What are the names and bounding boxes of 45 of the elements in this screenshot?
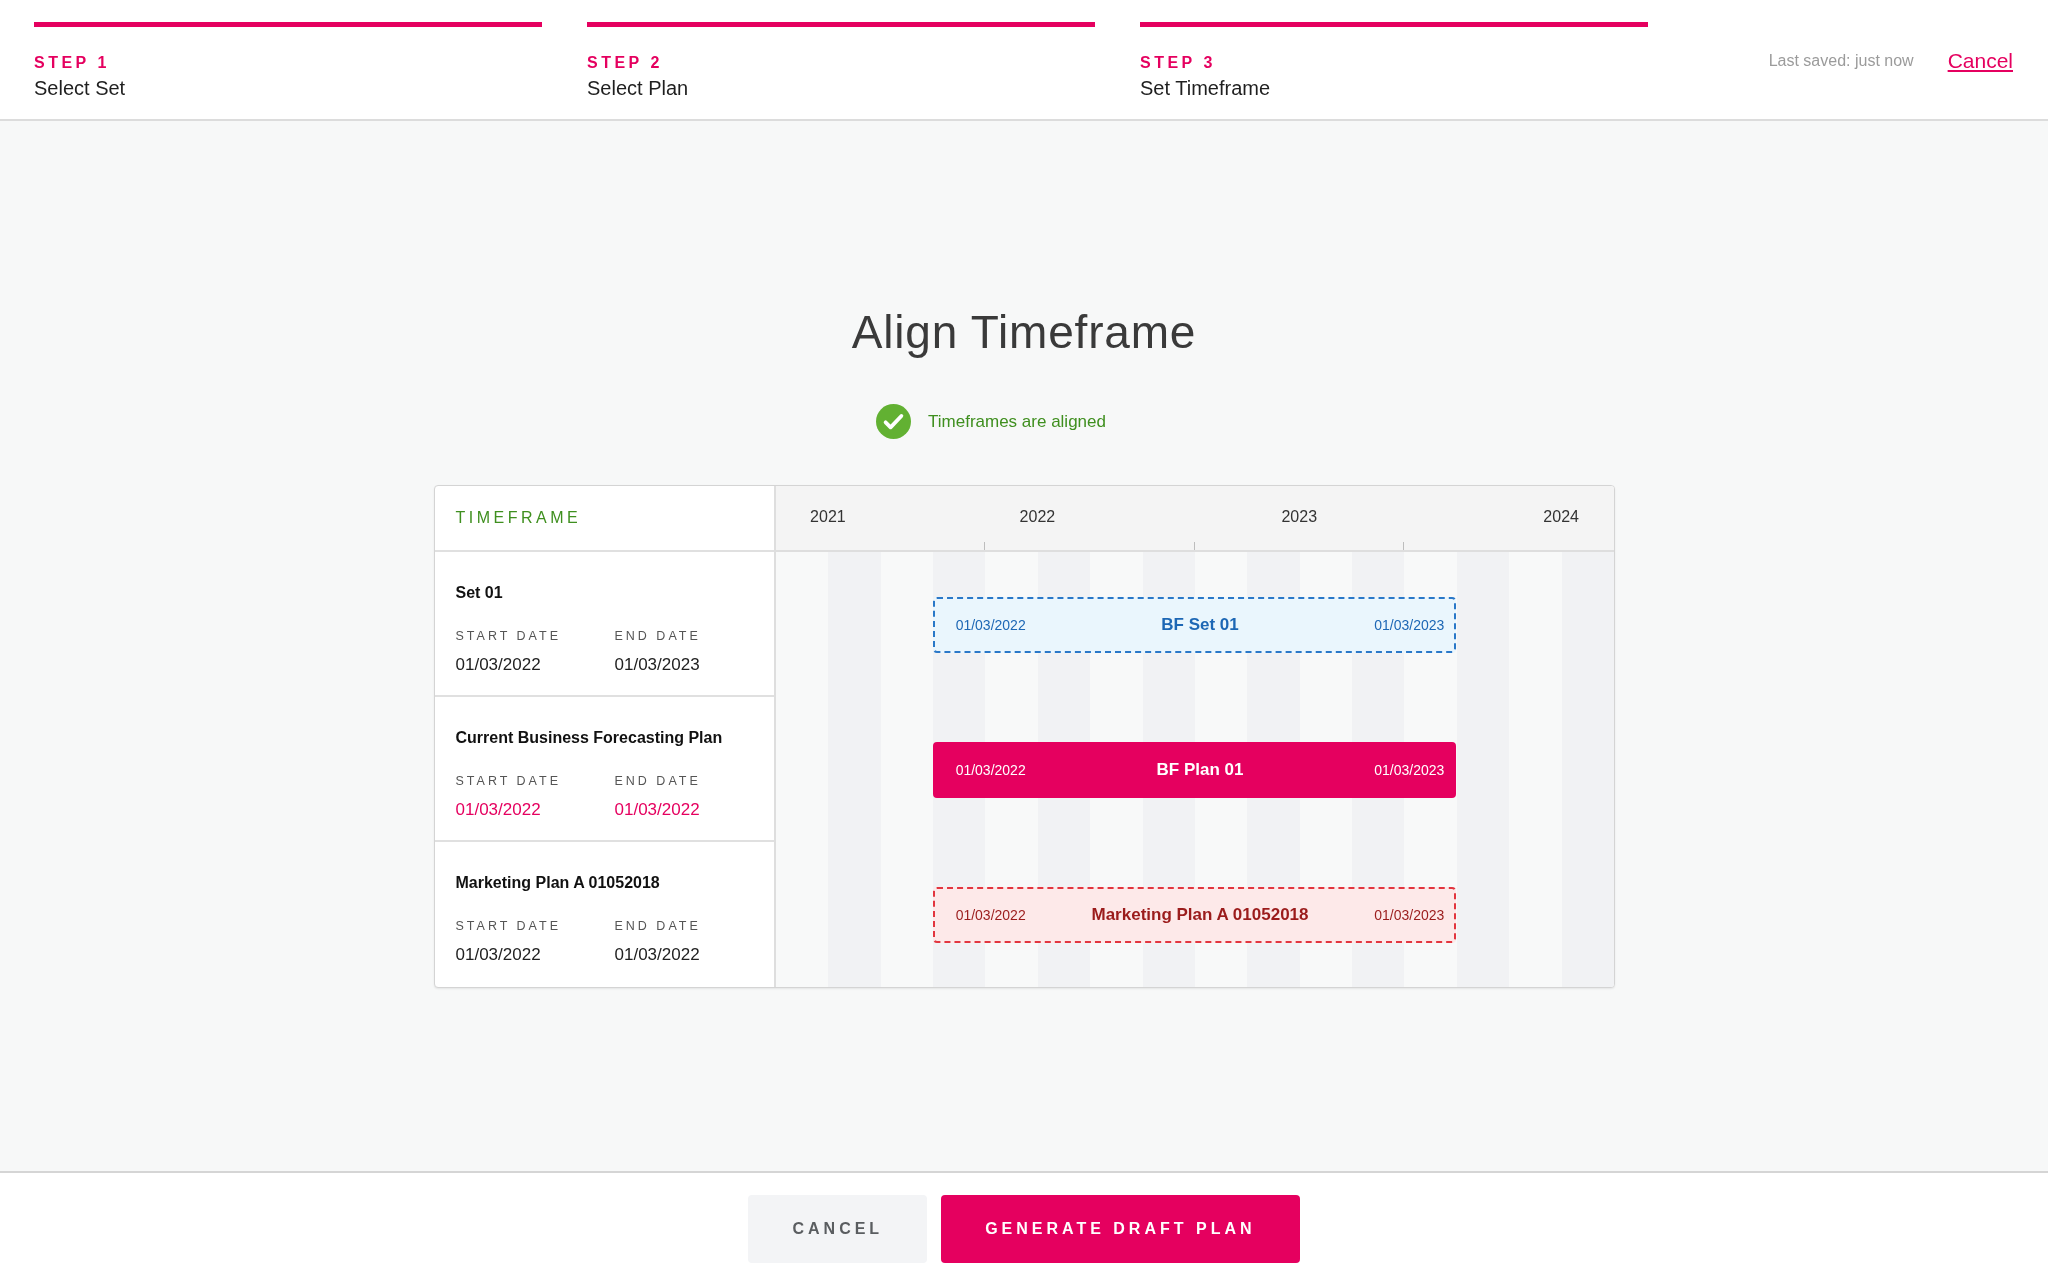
bar-label: BF Plan 01 <box>1156 758 1244 781</box>
cancel-link[interactable]: Cancel <box>1947 48 2013 74</box>
check-circle-icon <box>876 404 911 439</box>
year-label: 2022 <box>1019 507 1056 527</box>
generate-button[interactable]: GENERATE DRAFT PLAN <box>941 1194 1300 1263</box>
bar-label: BF Set 01 <box>1161 613 1239 636</box>
last-saved-text: Last saved: just now <box>1768 51 1914 71</box>
bar-end-date: 01/03/2023 <box>1374 905 1445 924</box>
row-title: Set 01 <box>455 583 503 603</box>
step-title: Set Timeframe <box>1140 76 1271 100</box>
step-number: STEP 1 <box>34 53 110 73</box>
bar-end-date: 01/03/2023 <box>1374 760 1445 779</box>
field-label: START DATE <box>455 918 561 934</box>
field-label: END DATE <box>614 918 701 934</box>
timeline-bar[interactable]: 01/03/2022 BF Plan 01 01/03/2023 <box>932 741 1457 798</box>
status-message: Timeframes are aligned <box>928 410 1106 433</box>
page-title: Align Timeframe <box>851 305 1197 360</box>
end-date: 01/03/2022 <box>614 944 700 966</box>
row-title: Marketing Plan A 01052018 <box>455 873 660 893</box>
field-label: START DATE <box>455 628 561 644</box>
year-label: 2021 <box>810 507 846 527</box>
field-label: START DATE <box>455 773 561 789</box>
end-date: 01/03/2023 <box>614 654 700 676</box>
timeline-bar[interactable]: 01/03/2022 BF Set 01 01/03/2023 <box>932 596 1457 653</box>
bar-end-date: 01/03/2023 <box>1374 615 1445 634</box>
field-label: END DATE <box>614 773 701 789</box>
start-date: 01/03/2022 <box>455 654 541 676</box>
step-number: STEP 3 <box>1140 53 1216 73</box>
step-title: Select Set <box>34 76 126 100</box>
step-number: STEP 2 <box>587 53 663 73</box>
step-title: Select Plan <box>587 76 689 100</box>
start-date: 01/03/2022 <box>455 799 541 821</box>
cancel-button[interactable]: CANCEL <box>748 1194 928 1263</box>
end-date: 01/03/2022 <box>614 799 700 821</box>
bar-start-date: 01/03/2022 <box>955 905 1026 924</box>
bar-start-date: 01/03/2022 <box>955 615 1026 634</box>
start-date: 01/03/2022 <box>455 944 541 966</box>
field-label: END DATE <box>614 628 701 644</box>
bar-label: Marketing Plan A 01052018 <box>1091 903 1309 926</box>
table-heading: TIMEFRAME <box>455 509 582 527</box>
row-title: Current Business Forecasting Plan <box>455 728 723 748</box>
year-label: 2023 <box>1281 507 1318 527</box>
year-label: 2024 <box>1543 507 1579 527</box>
timeline-bar[interactable]: 01/03/2022 Marketing Plan A 01052018 01/03/2023 <box>932 886 1457 943</box>
bar-start-date: 01/03/2022 <box>955 760 1026 779</box>
